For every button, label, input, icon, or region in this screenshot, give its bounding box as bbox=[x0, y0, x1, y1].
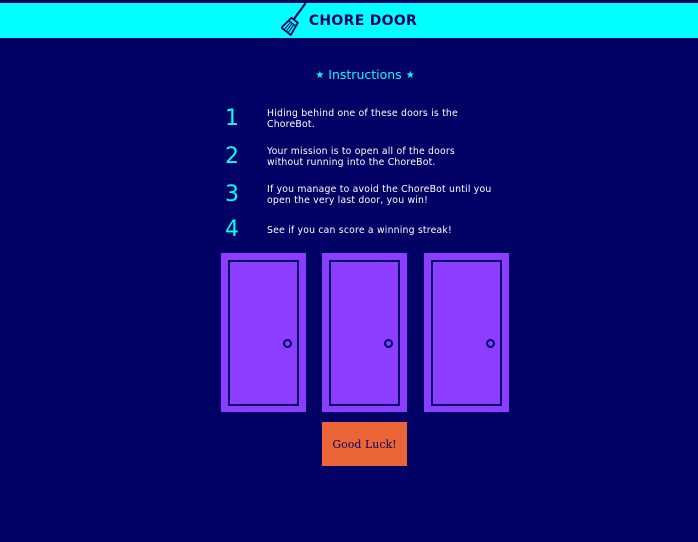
instruction-item: 3 If you manage to avoid the ChoreBot un… bbox=[225, 183, 525, 207]
door-knob-icon bbox=[384, 339, 393, 348]
door-knob-icon bbox=[283, 339, 292, 348]
instructions-heading: ★ Instructions ★ bbox=[0, 67, 698, 82]
instruction-text: See if you can score a winning streak! bbox=[267, 224, 452, 236]
broom-icon bbox=[280, 2, 306, 36]
star-icon: ★ bbox=[405, 70, 415, 81]
instruction-text: If you manage to avoid the ChoreBot unti… bbox=[267, 184, 492, 206]
start-button[interactable]: Good Luck! bbox=[322, 422, 407, 466]
instruction-item: 2 Your mission is to open all of the doo… bbox=[225, 145, 525, 169]
door-panel bbox=[228, 260, 299, 406]
door-2[interactable] bbox=[322, 253, 407, 412]
door-knob-icon bbox=[486, 339, 495, 348]
instruction-text: Hiding behind one of these doors is the … bbox=[267, 108, 458, 130]
door-1[interactable] bbox=[221, 253, 306, 412]
instructions-title: Instructions bbox=[328, 67, 402, 82]
instruction-number: 4 bbox=[225, 217, 239, 242]
door-panel bbox=[431, 260, 502, 406]
instruction-item: 1 Hiding behind one of these doors is th… bbox=[225, 107, 525, 131]
instruction-number: 1 bbox=[225, 106, 239, 131]
app-title: CHORE DOOR bbox=[308, 12, 418, 29]
instruction-item: 4 See if you can score a winning streak! bbox=[225, 218, 525, 242]
star-icon: ★ bbox=[315, 70, 325, 81]
instruction-number: 3 bbox=[225, 182, 239, 207]
instruction-text: Your mission is to open all of the doors… bbox=[267, 146, 455, 168]
door-3[interactable] bbox=[424, 253, 509, 412]
header-bar: CHORE DOOR bbox=[0, 2, 698, 38]
door-panel bbox=[329, 260, 400, 406]
instruction-number: 2 bbox=[225, 144, 239, 169]
